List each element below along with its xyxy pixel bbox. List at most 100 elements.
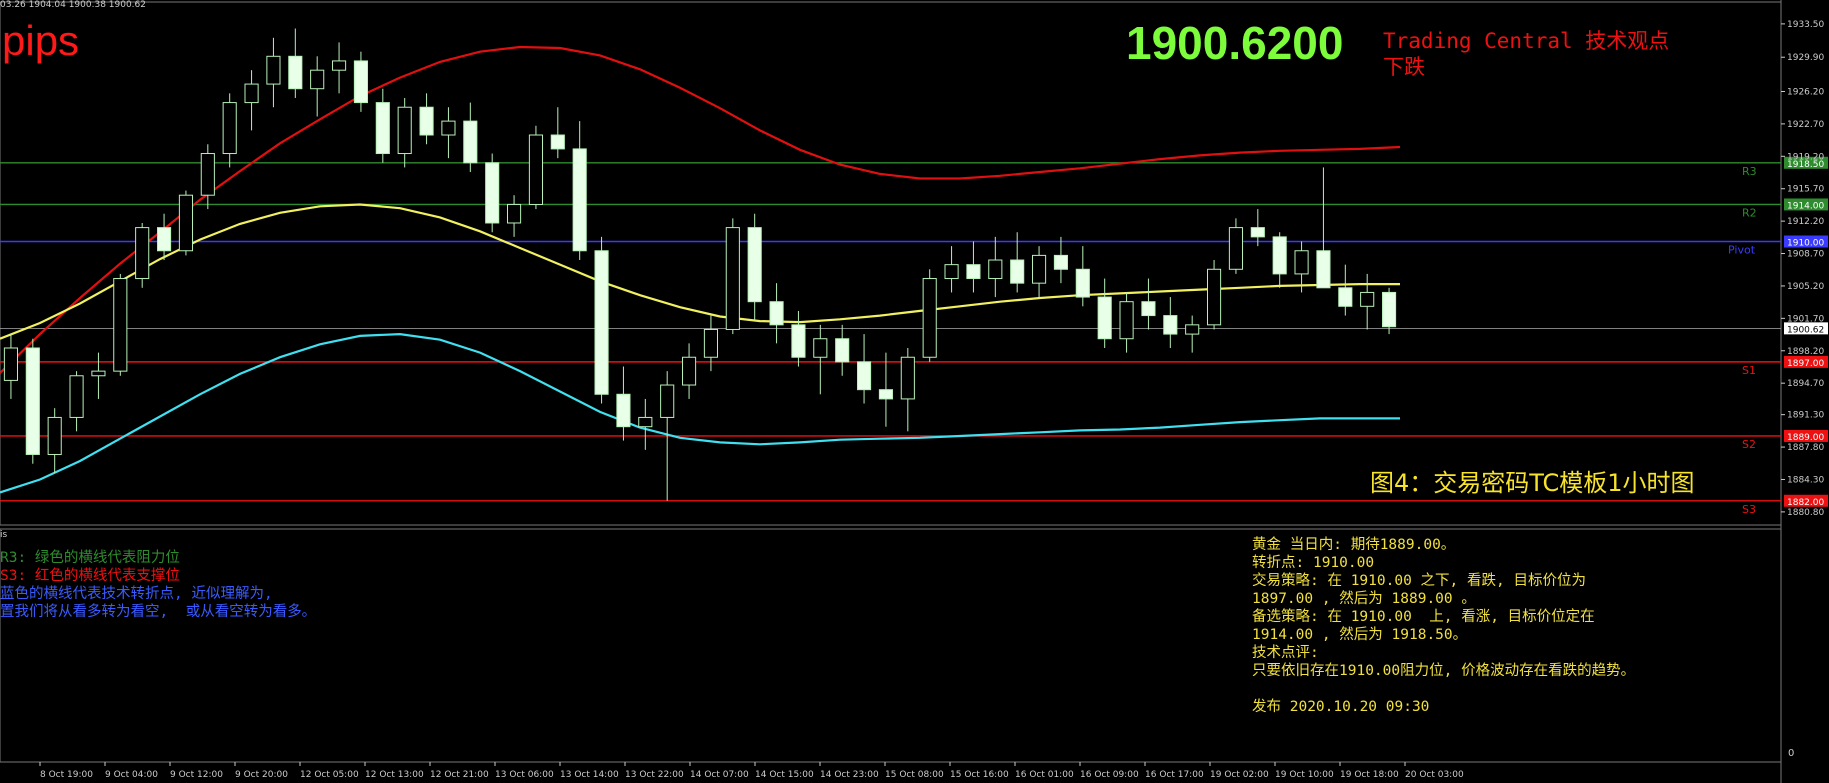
x-tick-label: 13 Oct 14:00 (560, 770, 619, 780)
analysis-line-8: 只要依旧存在1910.00阻力位, 价格波动存在看跌的趋势。 (1252, 663, 1636, 679)
candle (397, 97, 412, 168)
analysis-line-2: 转折点: 1910.00 (1252, 555, 1375, 571)
candle (1141, 278, 1156, 330)
candle-body (1316, 250, 1331, 289)
level-name-pivot: Pivot (1728, 243, 1756, 256)
candle (222, 93, 237, 168)
candle-body (1250, 227, 1265, 238)
upper-band-line (0, 45, 1401, 374)
candle-body (857, 361, 872, 391)
candle-body (266, 55, 281, 85)
candle-body (1053, 254, 1068, 270)
analysis-text: 黄金 当日内: 期待1889.00。 转折点: 1910.00 交易策略: 在 19… (1252, 536, 1635, 716)
candle-body (135, 227, 150, 280)
candle (769, 283, 784, 344)
candle (988, 236, 1003, 298)
x-tick-label: 13 Oct 06:00 (495, 770, 554, 780)
candle (463, 102, 478, 173)
candle (1097, 278, 1112, 348)
candle-body (660, 384, 675, 418)
candle-body (91, 370, 106, 377)
tc-view: 下跌 (1383, 55, 1425, 80)
candle (1338, 264, 1353, 316)
candle (638, 398, 653, 450)
candle (944, 246, 959, 293)
candle (244, 70, 259, 131)
candle (47, 408, 62, 473)
candle-body (419, 106, 434, 136)
candle (507, 195, 522, 237)
candle (1316, 167, 1331, 289)
candle-body (1032, 254, 1047, 284)
candle (310, 56, 325, 117)
y-tick-label: 1905.20 (1787, 282, 1824, 292)
candle (725, 218, 740, 335)
y-tick-label: 1880.80 (1787, 508, 1824, 518)
candle-body (747, 227, 762, 303)
ohlc-readout: 03.26 1904.04 1900.38 1900.62 (0, 0, 146, 10)
candle (1207, 260, 1222, 330)
bands-overlay (0, 45, 1401, 494)
candle (616, 366, 631, 441)
x-tick-label: 16 Oct 17:00 (1145, 770, 1204, 780)
y-tick-label: 1898.20 (1787, 347, 1824, 357)
analysis-line-3: 交易策略: 在 1910.00 之下, 看跌, 目标价位为 (1252, 573, 1586, 589)
x-tick-label: 13 Oct 22:00 (625, 770, 684, 780)
candle-body (113, 278, 128, 372)
candle-body (397, 106, 412, 155)
candle-body (616, 393, 631, 428)
candle-body (1294, 250, 1309, 275)
y-tick-label: 1908.70 (1787, 250, 1824, 260)
x-tick-label: 15 Oct 08:00 (885, 770, 944, 780)
level-name-r2: R2 (1742, 206, 1757, 219)
y-tick-label: 1926.20 (1787, 87, 1824, 97)
candle-body (550, 134, 565, 150)
candle (747, 213, 762, 321)
x-tick-label: 9 Oct 12:00 (170, 770, 223, 780)
current-price: 1900.6200 (1126, 17, 1344, 69)
analysis-line-5: 备选策略: 在 1910.00 上, 看涨, 目标价位定在 (1252, 609, 1595, 625)
candle-body (441, 120, 456, 136)
candle (703, 315, 718, 372)
candle-body (288, 55, 303, 90)
x-tick-label: 9 Oct 20:00 (235, 770, 288, 780)
candle (1360, 273, 1375, 330)
x-tick-label: 15 Oct 16:00 (950, 770, 1009, 780)
candle (900, 347, 915, 432)
x-tick-label: 19 Oct 10:00 (1275, 770, 1334, 780)
candle (25, 338, 40, 464)
candle-body (1097, 296, 1112, 340)
candle-body (1141, 301, 1156, 317)
lower-band-line (0, 332, 1400, 494)
candle (835, 324, 850, 376)
y-tick-label: 1891.30 (1787, 411, 1824, 421)
subwindow-label: is (0, 530, 8, 540)
candle (1382, 287, 1397, 335)
candle-body (157, 227, 172, 252)
candle-body (922, 278, 937, 358)
candle (419, 93, 434, 145)
candle-body (310, 69, 325, 90)
x-axis: 8 Oct 19:00 9 Oct 04:00 9 Oct 12:00 9 Oct 2… (39, 762, 1464, 780)
x-tick-label: 19 Oct 18:00 (1340, 770, 1399, 780)
candle-body (682, 356, 697, 386)
candle-body (725, 227, 740, 330)
candle-body (988, 259, 1003, 280)
x-tick-label: 12 Oct 21:00 (430, 770, 489, 780)
candle (69, 371, 84, 432)
candle-body (332, 60, 347, 71)
analysis-line-10: 发布 2020.10.20 09:30 (1252, 699, 1430, 715)
candle-body (1360, 291, 1375, 307)
candle-body (966, 264, 981, 280)
candle-body (791, 324, 806, 358)
pips-label: pips (2, 17, 80, 64)
candle (157, 213, 172, 261)
x-tick-label: 12 Oct 13:00 (365, 770, 424, 780)
analysis-line-7: 技术点评: (1252, 645, 1319, 661)
candle (528, 125, 543, 210)
candle-body (1010, 259, 1025, 284)
x-tick-label: 20 Oct 03:00 (1405, 770, 1464, 780)
candle-body (703, 328, 718, 358)
candle-body (1338, 287, 1353, 307)
candle-body (463, 120, 478, 164)
